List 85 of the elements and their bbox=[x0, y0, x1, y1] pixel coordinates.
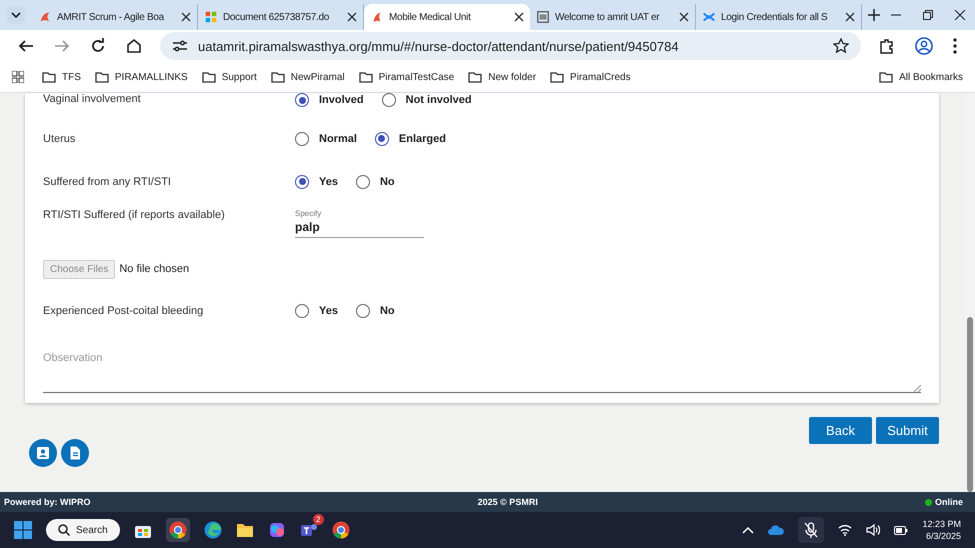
radio-option[interactable]: Enlarged bbox=[374, 132, 446, 146]
folder-icon bbox=[879, 70, 894, 84]
field-label: Experienced Post-coital bleeding bbox=[43, 304, 204, 316]
colorful-app-icon[interactable] bbox=[268, 521, 286, 539]
contact-card-button-icon[interactable] bbox=[29, 439, 57, 467]
tab-favicon-icon bbox=[204, 10, 218, 24]
field-label: Suffered from any RTI/STI bbox=[43, 176, 172, 188]
cloud-icon[interactable] bbox=[768, 525, 784, 535]
clock-date: 6/3/2025 bbox=[926, 531, 961, 541]
radio-option[interactable]: Yes bbox=[295, 304, 338, 318]
document-button-icon[interactable] bbox=[61, 439, 89, 467]
browser-tab[interactable]: Mobile Medical Unit bbox=[364, 4, 530, 30]
bookmark-link[interactable]: NewPiramal bbox=[270, 70, 345, 84]
taskbar-search[interactable]: Search bbox=[46, 519, 120, 541]
close-icon[interactable] bbox=[679, 12, 689, 22]
battery-icon[interactable] bbox=[894, 526, 908, 534]
extensions-icon[interactable] bbox=[879, 38, 895, 54]
forward-arrow-icon bbox=[54, 38, 70, 54]
tab-search-icon[interactable] bbox=[6, 5, 26, 25]
radio-option[interactable]: Not involved bbox=[382, 93, 472, 107]
radio-option[interactable]: Yes bbox=[295, 174, 338, 188]
close-icon[interactable] bbox=[514, 12, 524, 22]
specify-field[interactable]: Specify palp bbox=[295, 209, 424, 238]
radio-option[interactable]: Involved bbox=[295, 93, 364, 107]
close-icon[interactable] bbox=[347, 12, 357, 22]
bookmark-link[interactable]: TFS bbox=[42, 70, 81, 84]
field-label: Uterus bbox=[43, 132, 76, 144]
status-text: Online bbox=[934, 497, 963, 507]
radio-option[interactable]: No bbox=[356, 174, 395, 188]
clock-time: 12:23 PM bbox=[922, 519, 961, 529]
close-icon[interactable] bbox=[955, 10, 965, 20]
file-status: No file chosen bbox=[119, 263, 190, 275]
star-icon[interactable] bbox=[833, 38, 849, 54]
folder-icon bbox=[468, 70, 482, 84]
folder-icon bbox=[42, 70, 56, 84]
folder-icon bbox=[550, 70, 564, 84]
bookmark-link[interactable]: All Bookmarks bbox=[879, 70, 963, 84]
search-icon bbox=[58, 524, 70, 536]
field-label: Vaginal involvement bbox=[43, 93, 142, 105]
tab-favicon-icon bbox=[536, 10, 550, 24]
folder-icon bbox=[94, 70, 109, 84]
wifi-icon[interactable] bbox=[838, 524, 852, 536]
bookmark-link[interactable]: New folder bbox=[468, 70, 536, 84]
bookmark-link[interactable]: PIRAMALLINKS bbox=[94, 70, 188, 84]
bookmark-link[interactable]: PiramalCreds bbox=[550, 70, 631, 84]
field-label: RTI/STI Suffered (if reports available) bbox=[43, 209, 226, 221]
notification-badge: 2 bbox=[312, 514, 324, 525]
site-settings-icon[interactable] bbox=[172, 38, 188, 54]
speaker-icon[interactable] bbox=[866, 524, 880, 536]
home-icon[interactable] bbox=[126, 38, 142, 54]
edge-browser-icon[interactable] bbox=[204, 521, 222, 539]
folder-icon[interactable] bbox=[236, 521, 254, 539]
apps-grid-icon[interactable] bbox=[12, 71, 24, 83]
bookmark-link[interactable]: PiramalTestCase bbox=[358, 70, 454, 84]
windows-start-icon[interactable] bbox=[14, 521, 32, 539]
back-arrow-icon[interactable] bbox=[18, 38, 34, 54]
status-dot-icon bbox=[924, 498, 932, 506]
more-menu-icon[interactable] bbox=[953, 38, 957, 54]
teams-icon[interactable] bbox=[300, 521, 318, 539]
tab-favicon-icon bbox=[38, 10, 52, 24]
folder-icon bbox=[358, 70, 373, 84]
browser-circle-icon[interactable] bbox=[332, 521, 350, 539]
radio-option[interactable]: Normal bbox=[295, 132, 357, 146]
reload-icon[interactable] bbox=[90, 38, 106, 54]
copyright-text: 2025 © PSMRI bbox=[478, 497, 538, 507]
scrollbar[interactable] bbox=[965, 93, 975, 492]
chevron-up-icon[interactable] bbox=[742, 526, 754, 534]
folder-icon bbox=[202, 70, 216, 84]
browser-circle-icon bbox=[168, 521, 187, 539]
bookmark-link[interactable]: Support bbox=[202, 70, 257, 84]
close-icon[interactable] bbox=[181, 12, 191, 22]
powered-by-text: Powered by: WIPRO bbox=[4, 497, 91, 507]
folder-icon bbox=[270, 70, 285, 84]
tab-favicon-icon bbox=[702, 10, 716, 24]
action-button[interactable]: Back bbox=[809, 417, 872, 444]
address-bar[interactable]: uatamrit.piramalswasthya.org/mmu/#/nurse-doctor/attendant/nurse/patient/9450784 bbox=[160, 32, 861, 60]
radio-option[interactable]: No bbox=[356, 304, 395, 318]
close-icon[interactable] bbox=[845, 12, 855, 22]
action-button[interactable]: Submit bbox=[876, 417, 939, 444]
resize-handle-icon[interactable] bbox=[914, 385, 921, 392]
new-tab-icon[interactable] bbox=[868, 9, 880, 21]
profile-icon[interactable] bbox=[915, 37, 933, 55]
microphone-muted-icon[interactable] bbox=[798, 517, 824, 543]
restore-icon[interactable] bbox=[923, 10, 933, 20]
taskbar-active-app[interactable] bbox=[166, 518, 190, 542]
